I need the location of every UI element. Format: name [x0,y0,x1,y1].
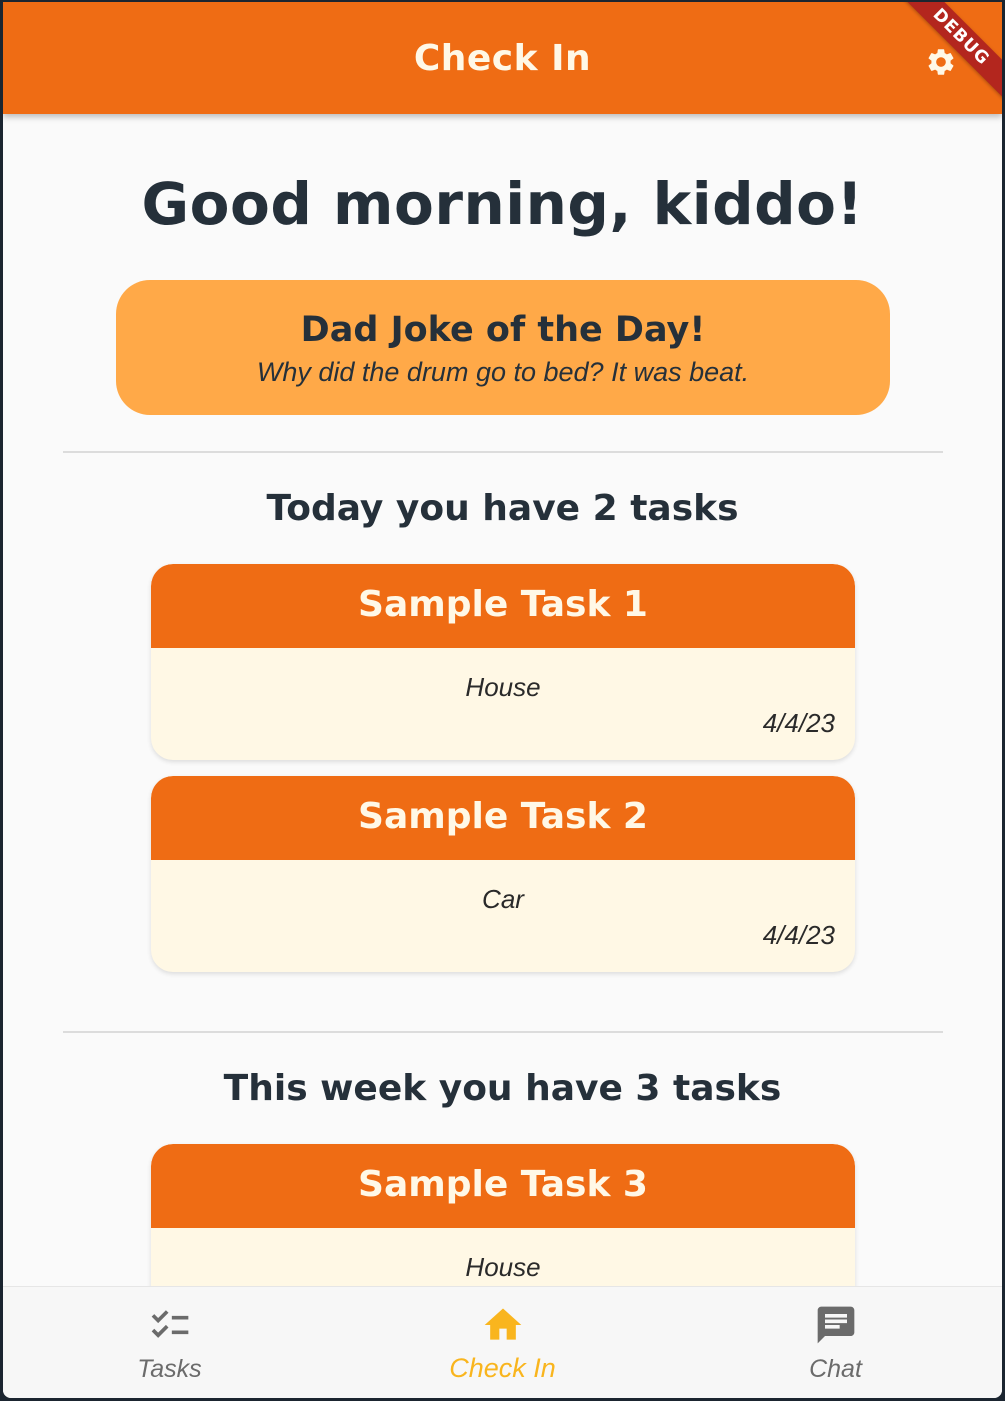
task-category: House [465,1252,541,1282]
task-category: Car [482,884,524,914]
app-bar: Check In [3,2,1002,114]
week-tasks-heading: This week you have 3 tasks [223,1068,782,1109]
divider [63,1031,943,1033]
task-title: Sample Task 2 [358,796,648,837]
divider [63,451,943,453]
task-card[interactable]: Sample Task 2 Car 4/4/23 [151,776,855,972]
nav-check-in-label: Check In [449,1353,556,1383]
task-card-header: Sample Task 2 [151,776,855,860]
nav-tasks[interactable]: Tasks [3,1287,336,1398]
dad-joke-title: Dad Joke of the Day! [300,310,706,350]
dad-joke-text: Why did the drum go to bed? It was beat. [256,357,750,387]
task-date: 4/4/23 [762,920,835,950]
task-card[interactable]: Sample Task 3 House [151,1144,855,1286]
nav-tasks-label: Tasks [137,1355,202,1383]
task-title: Sample Task 1 [358,584,648,625]
today-tasks-heading: Today you have 2 tasks [266,488,739,529]
home-icon [484,1308,521,1340]
task-title: Sample Task 3 [358,1164,648,1205]
nav-check-in[interactable]: Check In [336,1287,669,1398]
task-category: House [465,672,541,702]
gear-icon[interactable] [925,46,957,78]
app-bar-title: Check In [413,38,592,79]
task-card[interactable]: Sample Task 1 House 4/4/23 [151,564,855,760]
checklist-icon [151,1310,188,1338]
dad-joke-card: Dad Joke of the Day! Why did the drum go… [116,280,890,415]
task-card-header: Sample Task 1 [151,564,855,648]
greeting-heading: Good morning, kiddo! [141,170,864,238]
chat-icon [817,1306,854,1344]
task-date: 4/4/23 [762,708,835,738]
nav-chat[interactable]: Chat [669,1287,1002,1398]
nav-chat-label: Chat [809,1355,862,1383]
bottom-navigation: Tasks Check In Chat [3,1286,1002,1398]
check-in-content[interactable]: Good morning, kiddo! Dad Joke of the Day… [3,114,1002,1286]
task-card-header: Sample Task 3 [151,1144,855,1228]
app-window: Check In DEBUG Good morning, kiddo! Dad … [3,2,1002,1398]
